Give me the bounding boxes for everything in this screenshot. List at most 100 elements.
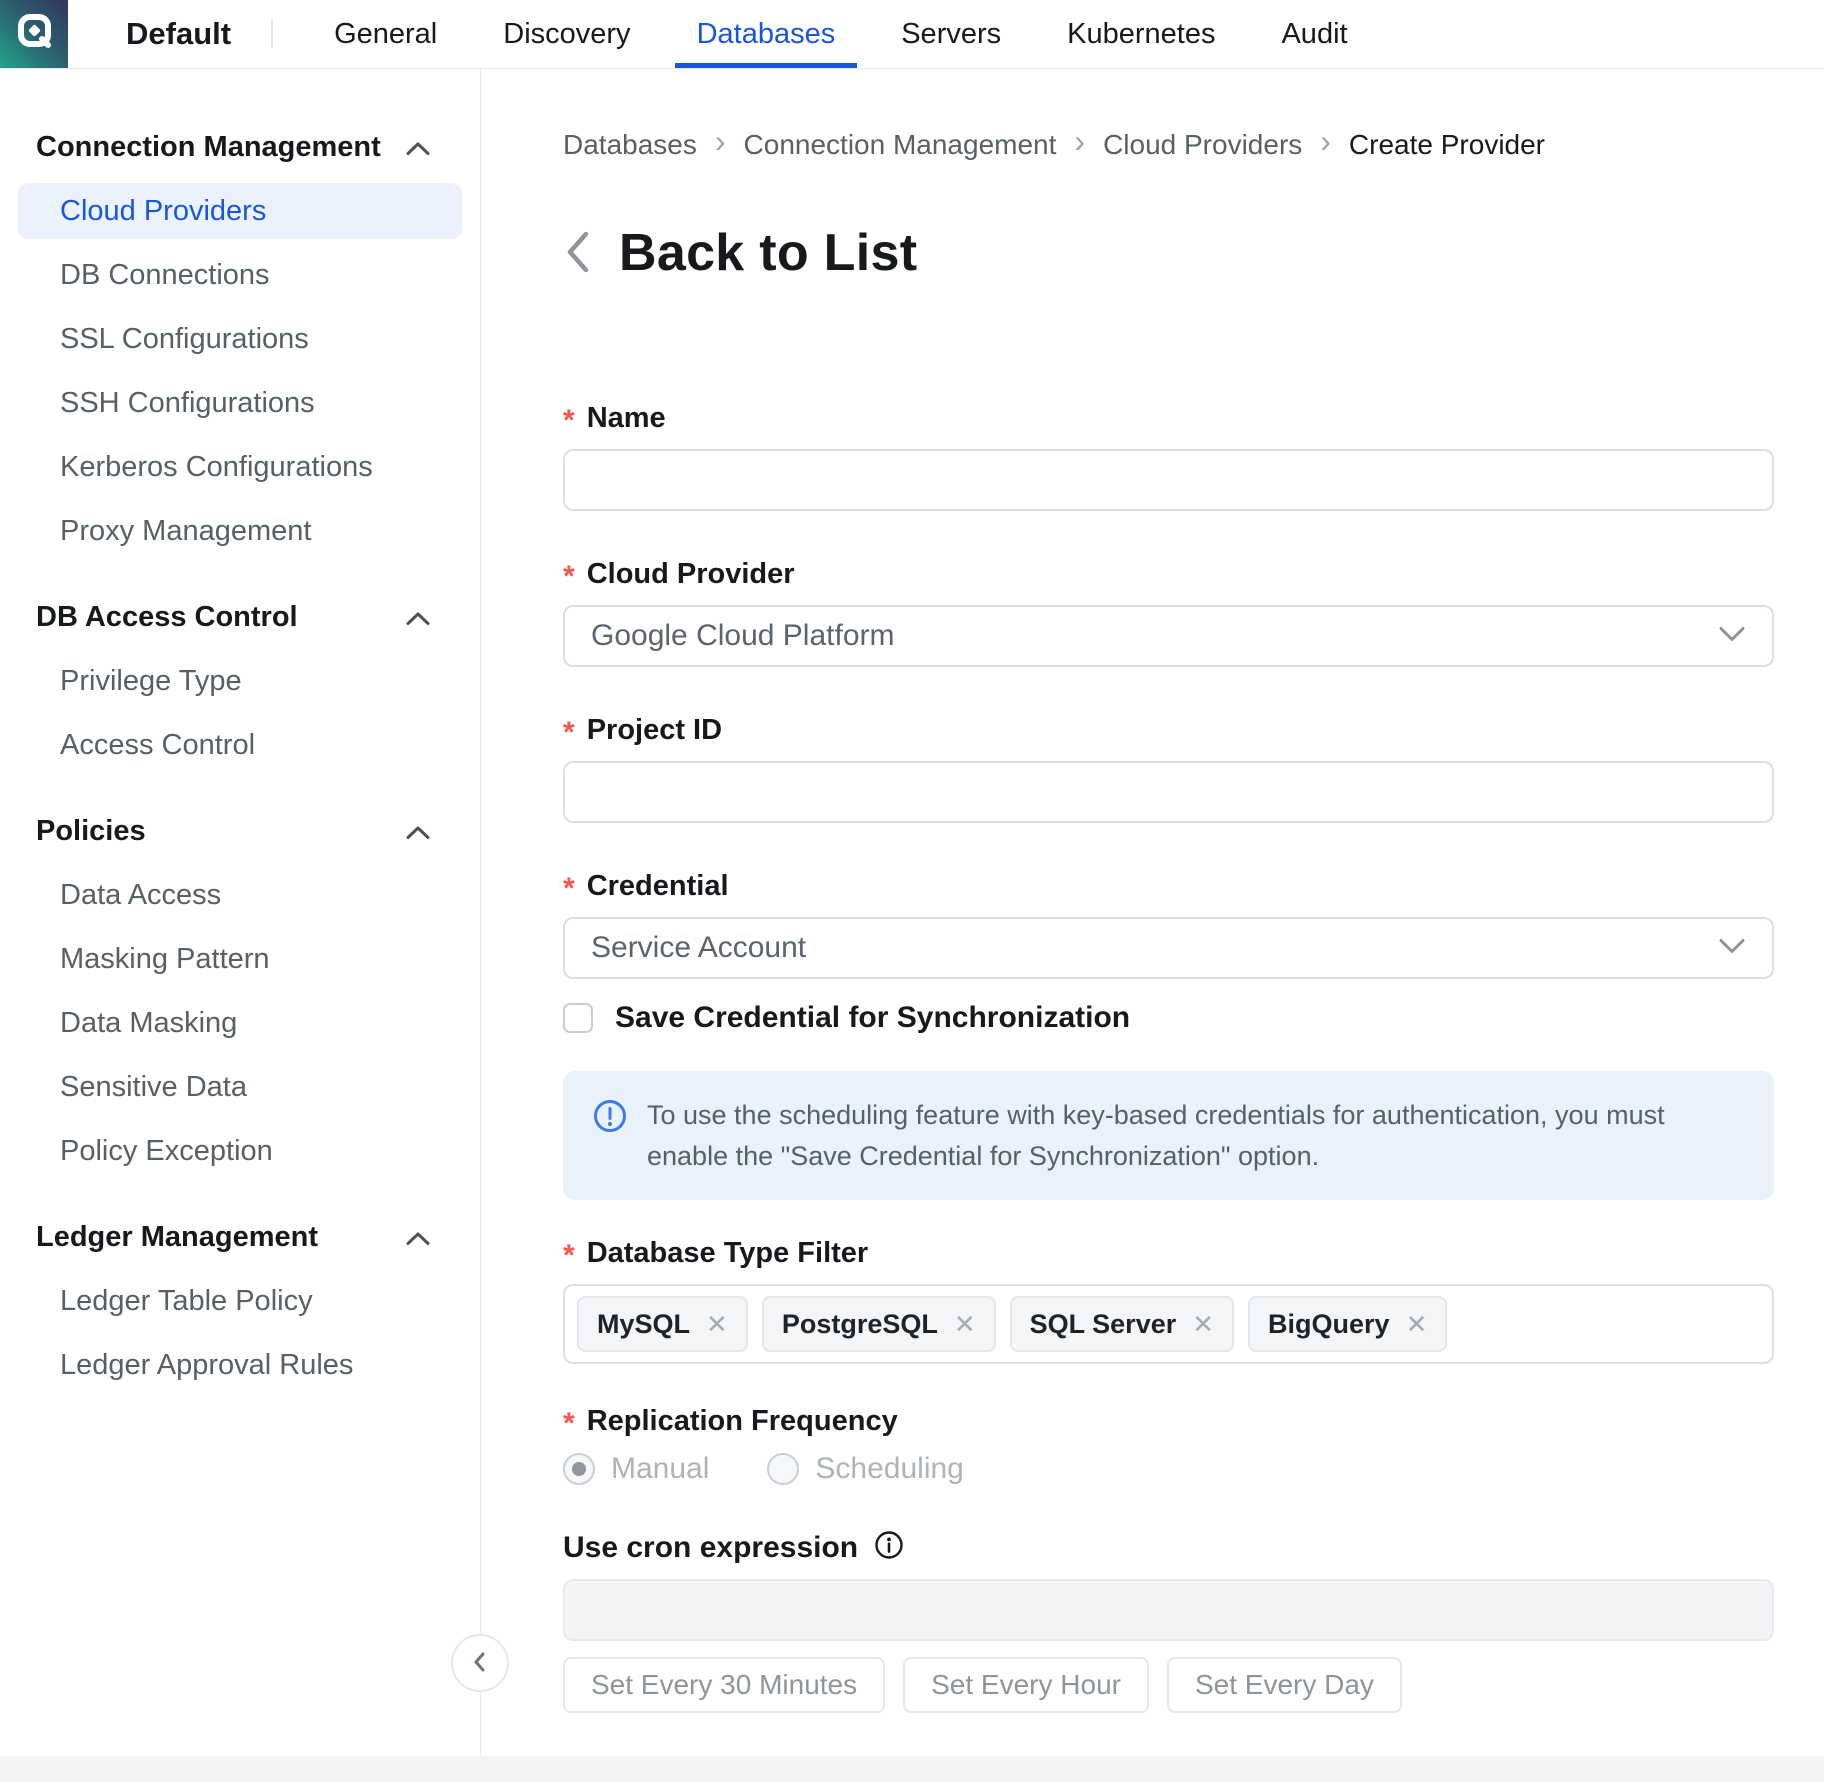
sidebar-section-connection-management: Connection Management Cloud Providers DB… (0, 125, 480, 559)
credential-field: Credential Service Account (563, 869, 1774, 979)
db-type-filter-field: Database Type Filter MySQL PostgreSQL SQ… (563, 1236, 1774, 1364)
sidebar-item-kerberos-configurations[interactable]: Kerberos Configurations (18, 439, 462, 495)
required-asterisk (563, 557, 575, 591)
required-asterisk (563, 713, 575, 747)
credential-selected-value: Service Account (591, 931, 806, 965)
breadcrumb-separator-icon (1302, 123, 1349, 160)
nav-divider (271, 20, 273, 48)
set-every-hour-button[interactable]: Set Every Hour (903, 1657, 1149, 1713)
chevron-down-icon (1718, 937, 1746, 960)
sidebar-item-proxy-management[interactable]: Proxy Management (18, 503, 462, 559)
sidebar-section-ledger-management: Ledger Management Ledger Table Policy Le… (0, 1215, 480, 1393)
page-title-row: Back to List (563, 223, 1774, 283)
footer-strip (0, 1756, 1824, 1782)
radio-selected-icon (563, 1453, 595, 1485)
sidebar-header-policies[interactable]: Policies (36, 809, 430, 853)
sidebar-item-data-masking[interactable]: Data Masking (18, 995, 462, 1051)
replication-frequency-options: Manual Scheduling (563, 1452, 1774, 1486)
nav-item-servers[interactable]: Servers (885, 0, 1017, 68)
alert-text: To use the scheduling feature with key-b… (647, 1095, 1744, 1176)
breadcrumb-databases[interactable]: Databases (563, 129, 697, 161)
sidebar-collapse-button[interactable] (451, 1634, 509, 1692)
sidebar-header-connection-management[interactable]: Connection Management (36, 125, 430, 169)
required-asterisk (563, 869, 575, 903)
cron-expression-label: Use cron expression (563, 1531, 858, 1565)
required-asterisk (563, 1404, 575, 1438)
breadcrumb-cloud-providers[interactable]: Cloud Providers (1103, 129, 1302, 161)
info-circle-icon (874, 1530, 904, 1565)
breadcrumb-create-provider: Create Provider (1349, 129, 1545, 161)
save-credential-row: Save Credential for Synchronization (563, 1001, 1774, 1035)
primary-nav: General Discovery Databases Servers Kube… (301, 0, 1381, 68)
replication-frequency-field: Replication Frequency Manual Scheduling (563, 1404, 1774, 1486)
tag-sql-server: SQL Server (1010, 1296, 1234, 1352)
chevron-down-icon (1718, 625, 1746, 648)
cloud-provider-label: Cloud Provider (563, 557, 1774, 591)
chevron-up-icon (406, 1221, 430, 1254)
radio-scheduling[interactable]: Scheduling (767, 1452, 963, 1486)
credential-select[interactable]: Service Account (563, 917, 1774, 979)
sidebar-item-privilege-type[interactable]: Privilege Type (18, 653, 462, 709)
cron-expression-input[interactable] (563, 1579, 1774, 1641)
project-id-input[interactable] (563, 761, 1774, 823)
radio-manual[interactable]: Manual (563, 1452, 709, 1486)
remove-tag-icon[interactable] (1192, 1311, 1214, 1337)
set-every-day-button[interactable]: Set Every Day (1167, 1657, 1402, 1713)
sidebar-item-cloud-providers[interactable]: Cloud Providers (18, 183, 462, 239)
name-input[interactable] (563, 449, 1774, 511)
cloud-provider-field: Cloud Provider Google Cloud Platform (563, 557, 1774, 667)
remove-tag-icon[interactable] (706, 1311, 728, 1337)
name-label: Name (563, 401, 1774, 435)
app-logo[interactable] (0, 0, 68, 68)
sidebar-item-policy-exception[interactable]: Policy Exception (18, 1123, 462, 1179)
required-asterisk (563, 1236, 575, 1270)
sidebar-item-ssl-configurations[interactable]: SSL Configurations (18, 311, 462, 367)
sidebar-section-db-access-control: DB Access Control Privilege Type Access … (0, 595, 480, 773)
sidebar-header-ledger-management[interactable]: Ledger Management (36, 1215, 430, 1259)
sidebar-item-ledger-approval-rules[interactable]: Ledger Approval Rules (18, 1337, 462, 1393)
db-type-filter-input[interactable]: MySQL PostgreSQL SQL Server BigQuery (563, 1284, 1774, 1364)
sidebar-item-ssh-configurations[interactable]: SSH Configurations (18, 375, 462, 431)
remove-tag-icon[interactable] (1406, 1311, 1428, 1337)
breadcrumb-separator-icon (1056, 123, 1103, 160)
breadcrumb-connection-management[interactable]: Connection Management (744, 129, 1057, 161)
sidebar-header-db-access-control[interactable]: DB Access Control (36, 595, 430, 639)
db-type-filter-label: Database Type Filter (563, 1236, 1774, 1270)
cron-quick-set-buttons: Set Every 30 Minutes Set Every Hour Set … (563, 1657, 1774, 1713)
sidebar-item-masking-pattern[interactable]: Masking Pattern (18, 931, 462, 987)
set-every-30-minutes-button[interactable]: Set Every 30 Minutes (563, 1657, 885, 1713)
nav-item-kubernetes[interactable]: Kubernetes (1051, 0, 1231, 68)
project-id-label: Project ID (563, 713, 1774, 747)
sidebar: Connection Management Cloud Providers DB… (0, 69, 481, 1756)
main-content: Databases Connection Management Cloud Pr… (481, 69, 1824, 1756)
breadcrumb: Databases Connection Management Cloud Pr… (563, 126, 1774, 163)
top-nav-bar: Default General Discovery Databases Serv… (0, 0, 1824, 69)
sidebar-item-sensitive-data[interactable]: Sensitive Data (18, 1059, 462, 1115)
sidebar-item-access-control[interactable]: Access Control (18, 717, 462, 773)
credential-label: Credential (563, 869, 1774, 903)
save-credential-checkbox[interactable] (563, 1003, 593, 1033)
nav-item-discovery[interactable]: Discovery (487, 0, 646, 68)
nav-item-audit[interactable]: Audit (1265, 0, 1363, 68)
workspace-selector[interactable]: Default (126, 0, 231, 68)
nav-item-general[interactable]: General (318, 0, 453, 68)
sidebar-item-ledger-table-policy[interactable]: Ledger Table Policy (18, 1273, 462, 1329)
sidebar-item-data-access[interactable]: Data Access (18, 867, 462, 923)
tag-bigquery: BigQuery (1248, 1296, 1447, 1352)
cloud-provider-select[interactable]: Google Cloud Platform (563, 605, 1774, 667)
name-field: Name (563, 401, 1774, 511)
tag-postgresql: PostgreSQL (762, 1296, 996, 1352)
remove-tag-icon[interactable] (954, 1311, 976, 1337)
chevron-left-icon (563, 229, 591, 278)
chevron-up-icon (406, 815, 430, 848)
required-asterisk (563, 401, 575, 435)
radio-unselected-icon (767, 1453, 799, 1485)
nav-item-databases[interactable]: Databases (681, 0, 852, 68)
project-id-field: Project ID (563, 713, 1774, 823)
sidebar-section-policies: Policies Data Access Masking Pattern Dat… (0, 809, 480, 1179)
sidebar-item-db-connections[interactable]: DB Connections (18, 247, 462, 303)
info-circle-icon (593, 1099, 627, 1138)
back-button[interactable] (563, 229, 591, 278)
breadcrumb-separator-icon (697, 123, 744, 160)
tag-mysql: MySQL (577, 1296, 748, 1352)
